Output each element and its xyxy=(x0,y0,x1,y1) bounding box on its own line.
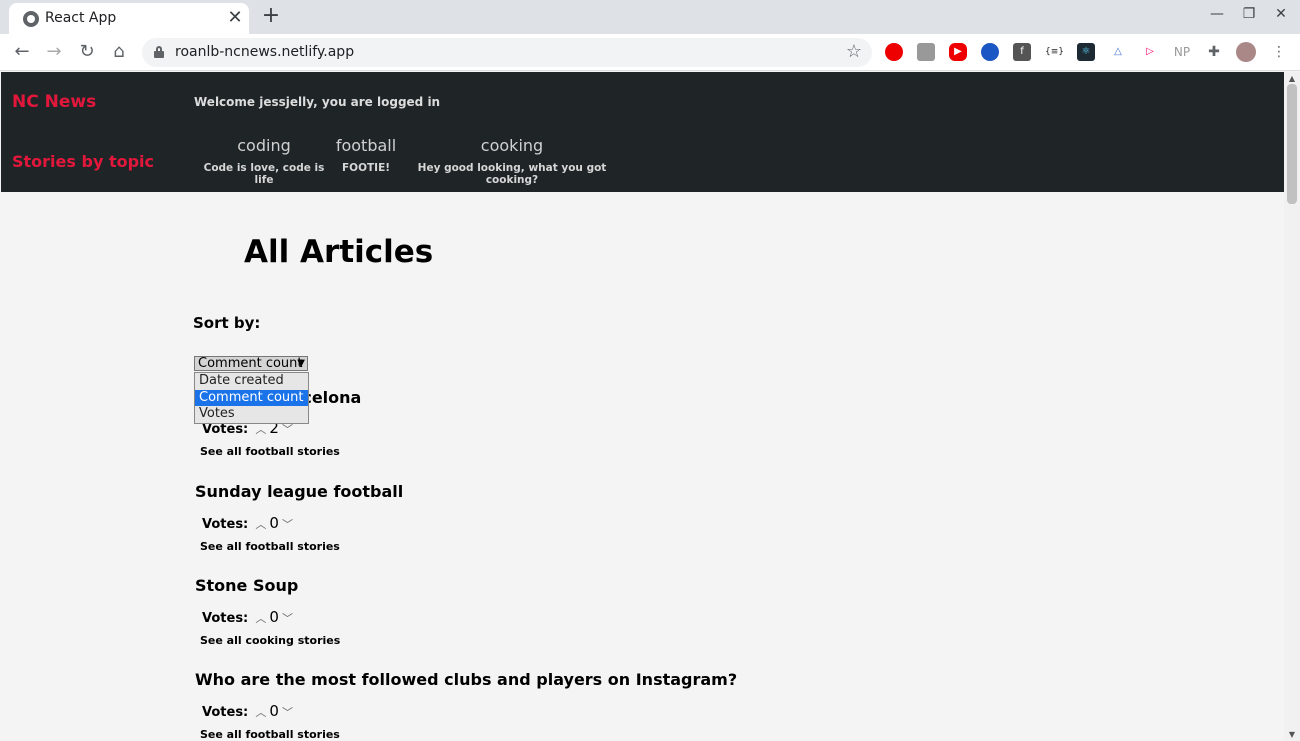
extension-red-icon[interactable] xyxy=(885,43,903,61)
stories-by-topic-heading: Stories by topic xyxy=(12,152,154,171)
extension-gray-icon[interactable] xyxy=(917,43,935,61)
browser-toolbar: ← → ↻ ⌂ roanlb-ncnews.netlify.app ☆ ▶ f … xyxy=(0,34,1300,71)
vote-count: 0 xyxy=(269,514,279,532)
article-title[interactable]: Stone Soup xyxy=(195,576,340,595)
tab-title: React App xyxy=(45,10,117,26)
topic-name[interactable]: football xyxy=(329,136,403,155)
sort-selected-value: Comment count xyxy=(198,356,303,371)
address-bar[interactable]: roanlb-ncnews.netlify.app ☆ xyxy=(142,38,872,67)
downvote-icon[interactable]: ﹀ xyxy=(282,610,293,626)
forward-icon[interactable]: → xyxy=(42,40,66,64)
sort-label: Sort by: xyxy=(193,314,261,332)
page-title: All Articles xyxy=(244,234,434,270)
welcome-message: Welcome jessjelly, you are logged in xyxy=(194,95,441,109)
vote-count: 0 xyxy=(269,608,279,626)
profile-avatar-icon[interactable] xyxy=(1236,42,1256,62)
browser-tab[interactable]: React App ✕ xyxy=(9,3,249,34)
restore-icon[interactable]: ❐ xyxy=(1239,6,1259,22)
votes-row: Votes: ︿ 0 ﹀ xyxy=(202,608,340,626)
see-all-topic-link[interactable]: See all football stories xyxy=(200,445,361,458)
see-all-topic-link[interactable]: See all football stories xyxy=(200,728,737,741)
votes-row: Votes: ︿ 0 ﹀ xyxy=(202,702,737,720)
globe-icon xyxy=(23,11,39,27)
votes-label: Votes: xyxy=(202,611,249,626)
article-card: Stone Soup Votes: ︿ 0 ﹀ See all cooking st… xyxy=(195,576,340,647)
topic-description: Code is love, code is life xyxy=(203,162,325,186)
browser-tab-bar: React App ✕ + — ❐ ✕ xyxy=(0,0,1300,34)
extension-video-icon[interactable]: ▶ xyxy=(949,43,967,61)
chevron-down-icon: ▼ xyxy=(297,358,305,369)
lock-icon xyxy=(154,46,164,58)
page-scrollbar[interactable]: ▲ ▼ xyxy=(1284,72,1300,741)
sort-option-comment-count[interactable]: Comment count xyxy=(195,389,308,406)
minimize-icon[interactable]: — xyxy=(1207,6,1227,22)
topic-name[interactable]: coding xyxy=(200,136,328,155)
home-icon[interactable]: ⌂ xyxy=(107,40,131,64)
downvote-icon[interactable]: ﹀ xyxy=(282,516,293,532)
back-icon[interactable]: ← xyxy=(10,40,34,64)
article-title[interactable]: Who are the most followed clubs and play… xyxy=(195,670,737,689)
topic-football[interactable]: football FOOTIE! xyxy=(329,136,403,174)
upvote-icon[interactable]: ︿ xyxy=(255,516,266,532)
topic-description: Hey good looking, what you got cooking? xyxy=(417,162,607,186)
bookmark-star-icon[interactable]: ☆ xyxy=(846,41,862,62)
downvote-icon[interactable]: ﹀ xyxy=(282,704,293,720)
sort-option-votes[interactable]: Votes xyxy=(195,406,308,423)
see-all-topic-link[interactable]: See all cooking stories xyxy=(200,634,340,647)
upvote-icon[interactable]: ︿ xyxy=(255,704,266,720)
browser-menu-icon[interactable]: ⋮ xyxy=(1270,43,1288,61)
votes-label: Votes: xyxy=(202,517,249,532)
new-tab-icon[interactable]: + xyxy=(260,3,282,28)
sort-option-date-created[interactable]: Date created xyxy=(195,373,308,390)
sort-dropdown-list: Date created Comment count Votes xyxy=(194,372,309,424)
topic-name[interactable]: cooking xyxy=(404,136,620,155)
extension-play-icon[interactable]: ▷ xyxy=(1141,43,1159,61)
extension-json-icon[interactable]: {≡} xyxy=(1045,43,1064,61)
extension-np-icon[interactable]: NP xyxy=(1173,43,1191,61)
close-tab-icon[interactable]: ✕ xyxy=(225,7,245,28)
extension-clock-icon[interactable] xyxy=(981,43,999,61)
votes-row: Votes: ︿ 0 ﹀ xyxy=(202,514,403,532)
article-card: Who are the most followed clubs and play… xyxy=(195,670,737,741)
topic-cooking[interactable]: cooking Hey good looking, what you got c… xyxy=(404,136,620,186)
reload-icon[interactable]: ↻ xyxy=(75,40,99,64)
article-card: Sunday league football Votes: ︿ 0 ﹀ See al… xyxy=(195,482,403,553)
sort-select[interactable]: Comment count ▼ xyxy=(194,356,308,371)
extension-triangle-icon[interactable]: △ xyxy=(1109,43,1127,61)
topic-coding[interactable]: coding Code is love, code is life xyxy=(200,136,328,186)
upvote-icon[interactable]: ︿ xyxy=(255,610,266,626)
site-header: NC News Stories by topic Welcome jessjel… xyxy=(1,72,1284,192)
scroll-up-icon[interactable]: ▲ xyxy=(1284,74,1300,83)
vote-count: 0 xyxy=(269,702,279,720)
extensions-puzzle-icon[interactable]: ✚ xyxy=(1205,43,1223,61)
topic-description: FOOTIE! xyxy=(341,162,391,174)
votes-label: Votes: xyxy=(202,705,249,720)
window-close-icon[interactable]: ✕ xyxy=(1271,6,1291,22)
scroll-down-icon[interactable]: ▼ xyxy=(1284,730,1300,739)
brand-logo[interactable]: NC News xyxy=(12,92,96,112)
article-title[interactable]: Sunday league football xyxy=(195,482,403,501)
url-text: roanlb-ncnews.netlify.app xyxy=(175,44,355,60)
extension-facebook-icon[interactable]: f xyxy=(1013,43,1031,61)
scroll-thumb[interactable] xyxy=(1287,84,1297,204)
see-all-topic-link[interactable]: See all football stories xyxy=(200,540,403,553)
votes-label: Votes: xyxy=(202,422,249,437)
extension-react-icon[interactable]: ⚛ xyxy=(1077,43,1095,61)
